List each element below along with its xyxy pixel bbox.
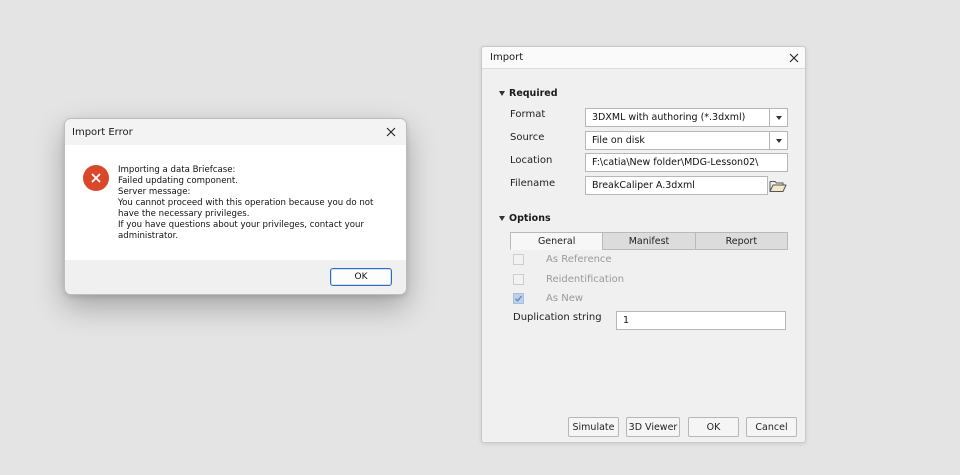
source-value: File on disk: [592, 135, 645, 146]
location-label: Location: [510, 155, 553, 166]
checkmark-icon: [515, 295, 523, 302]
error-ok-button[interactable]: OK: [330, 268, 392, 286]
error-icon: [83, 165, 109, 191]
duplication-string-label: Duplication string: [513, 312, 602, 323]
error-dialog-body: Importing a data Briefcase: Failed updat…: [65, 145, 406, 279]
as-new-option: As New: [513, 293, 583, 304]
source-label: Source: [510, 132, 545, 143]
import-dialog-titlebar: Import: [482, 47, 805, 69]
as-reference-option: As Reference: [513, 254, 612, 265]
import-dialog-title: Import: [490, 52, 524, 63]
close-icon: [386, 127, 396, 137]
tab-general[interactable]: General: [510, 232, 604, 250]
import-dialog: Import Required Format 3DXML with author…: [481, 46, 806, 443]
dropdown-arrow-icon: [775, 115, 782, 120]
import-dialog-close-button[interactable]: [787, 51, 801, 65]
error-message-line: You cannot proceed with this operation b…: [118, 198, 374, 208]
filename-label: Filename: [510, 178, 556, 189]
error-message-line: Server message:: [118, 187, 191, 197]
filename-value: BreakCaliper A.3dxml: [592, 180, 695, 191]
format-value: 3DXML with authoring (*.3dxml): [592, 112, 746, 123]
tab-report[interactable]: Report: [694, 232, 788, 250]
error-message-line: have the necessary privileges.: [118, 209, 250, 219]
required-section-label: Required: [509, 88, 558, 99]
error-dialog-titlebar: Import Error: [65, 119, 406, 145]
reidentification-label: Reidentification: [546, 274, 625, 285]
source-dropdown-arrow[interactable]: [769, 132, 787, 149]
ok-button[interactable]: OK: [688, 417, 739, 437]
options-section-label: Options: [509, 213, 551, 224]
cancel-button[interactable]: Cancel: [746, 417, 797, 437]
options-tabs: General Manifest Report: [510, 232, 788, 250]
as-new-checkbox[interactable]: [513, 293, 524, 304]
format-label: Format: [510, 109, 546, 120]
close-icon: [789, 53, 799, 62]
simulate-button[interactable]: Simulate: [568, 417, 619, 437]
source-dropdown[interactable]: File on disk: [585, 131, 788, 150]
as-reference-checkbox[interactable]: [513, 254, 524, 265]
error-message-line: Importing a data Briefcase:: [118, 165, 236, 175]
error-dialog-close-button[interactable]: [384, 125, 398, 139]
duplication-string-value: 1: [623, 315, 630, 326]
required-section-header[interactable]: Required: [499, 88, 558, 99]
error-message: Importing a data Briefcase: Failed updat…: [118, 165, 388, 242]
format-dropdown-arrow[interactable]: [769, 109, 787, 126]
error-message-line: If you have questions about your privile…: [118, 220, 364, 230]
collapse-triangle-icon: [499, 216, 505, 221]
duplication-string-field[interactable]: 1: [616, 311, 786, 330]
dropdown-arrow-icon: [775, 138, 782, 143]
error-dialog-footer: OK: [65, 260, 406, 294]
as-new-label: As New: [546, 293, 584, 304]
tab-manifest[interactable]: Manifest: [602, 232, 696, 250]
format-dropdown[interactable]: 3DXML with authoring (*.3dxml): [585, 108, 788, 127]
collapse-triangle-icon: [499, 91, 505, 96]
filename-field[interactable]: BreakCaliper A.3dxml: [585, 176, 768, 195]
error-dialog-title: Import Error: [72, 126, 133, 138]
3d-viewer-button[interactable]: 3D Viewer: [626, 417, 680, 437]
error-message-line: administrator.: [118, 231, 179, 241]
as-reference-label: As Reference: [546, 254, 612, 265]
import-error-dialog: Import Error Importing a data Briefcase:…: [64, 118, 407, 295]
options-section-header[interactable]: Options: [499, 213, 551, 224]
reidentification-checkbox[interactable]: [513, 274, 524, 285]
reidentification-option: Reidentification: [513, 274, 624, 285]
folder-open-icon[interactable]: [769, 179, 787, 193]
location-value: F:\catia\New folder\MDG-Lesson02\: [592, 157, 759, 168]
location-field[interactable]: F:\catia\New folder\MDG-Lesson02\: [585, 153, 788, 172]
error-message-line: Failed updating component.: [118, 176, 239, 186]
